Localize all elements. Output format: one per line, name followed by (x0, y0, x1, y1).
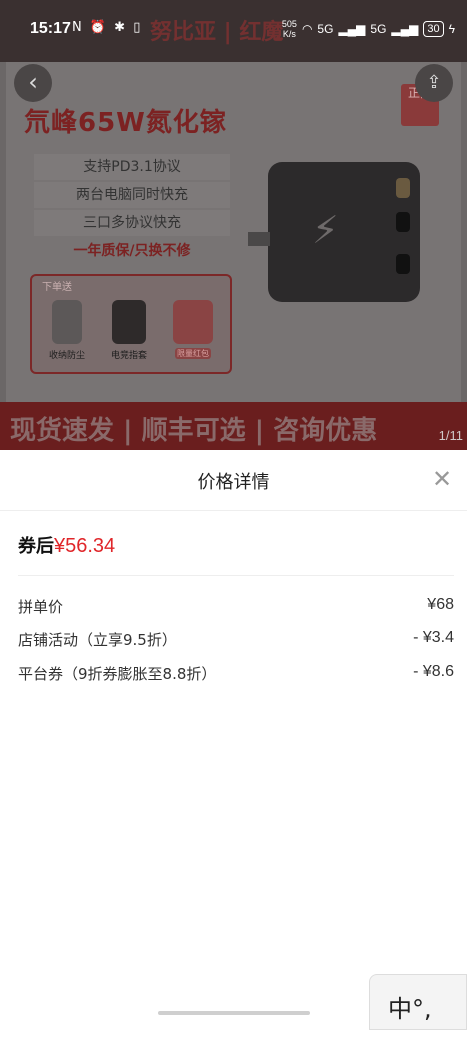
red-packet-image (173, 300, 213, 344)
price-row-store-discount: 店铺活动（立享9.5折） - ¥3.4 (18, 629, 454, 650)
sheet-title: 价格详情 (197, 472, 270, 493)
usb-c-port (396, 254, 410, 274)
product-image-area: ‹ ⇪ 正品 氘峰65W氮化镓 支持PD3.1协议 两台电脑同时快充 三口多协议… (0, 62, 467, 450)
wifi-icon: ◠ (301, 22, 313, 36)
feature-item: 两台电脑同时快充 (34, 182, 230, 208)
product-image[interactable]: 正品 氘峰65W氮化镓 支持PD3.1协议 两台电脑同时快充 三口多协议快充 一… (6, 62, 461, 402)
network-5g-label: 5G (317, 22, 334, 36)
after-coupon-label: 券后 (18, 536, 54, 557)
network-5g-label-2: 5G (370, 22, 387, 36)
share-button[interactable]: ⇪ (415, 64, 453, 102)
after-coupon-price: 券后¥56.34 (18, 532, 115, 558)
divider (18, 575, 454, 576)
close-icon[interactable]: ✕ (429, 466, 455, 492)
brand-logo-icon: ⚡ (312, 208, 339, 252)
background-brand-text: 努比亚 | 红魔 (150, 20, 284, 45)
price-row-platform-coupon: 平台券（9折券膨胀至8.8折） - ¥8.6 (18, 663, 454, 684)
usb-a-port (396, 178, 410, 198)
status-time: 15:17 (30, 20, 71, 37)
chevron-left-icon: ‹ (28, 68, 38, 96)
share-icon: ⇪ (426, 72, 442, 93)
divider (0, 510, 467, 511)
finger-sleeve-image (112, 300, 146, 344)
gift-item: 收纳防尘 (40, 300, 94, 361)
notification-icons: N ⏰ ✱ ▯ (72, 20, 143, 35)
gift-label: 下单送 (42, 282, 72, 293)
signal-icon-2: ▂▄▆ (391, 22, 419, 36)
keyboard-toolbar[interactable]: 中°, (369, 974, 467, 1030)
charger-prong (248, 232, 270, 246)
usb-c-port (396, 212, 410, 232)
row-value: - ¥3.4 (413, 629, 454, 646)
gift-item: 电竞指套 (102, 300, 156, 361)
feature-list: 支持PD3.1协议 两台电脑同时快充 三口多协议快充 一年质保/只换不修 (34, 154, 230, 264)
feature-item: 支持PD3.1协议 (34, 154, 230, 180)
price-detail-sheet: 价格详情 ✕ 券后¥56.34 拼单价 ¥68 店铺活动（立享9.5折） - ¥… (0, 450, 467, 1027)
row-value: - ¥8.6 (413, 663, 454, 680)
home-indicator[interactable] (158, 1011, 310, 1015)
battery-indicator: 30 (423, 21, 444, 37)
status-right: 505 K/s ◠ 5G ▂▄▆ 5G ▂▄▆ 30 ϟ (282, 19, 455, 39)
after-coupon-value: ¥56.34 (54, 535, 116, 557)
image-page-counter: 1/11 (438, 428, 463, 443)
promo-strip: 现货速发 | 顺丰可选 | 咨询优惠 (0, 402, 467, 450)
net-speed: 505 K/s (281, 19, 297, 39)
row-label: 店铺活动（立享9.5折） (18, 631, 177, 649)
back-button[interactable]: ‹ (14, 64, 52, 102)
status-bar: 15:17 N ⏰ ✱ ▯ 努比亚 | 红魔 505 K/s ◠ 5G ▂▄▆ … (0, 0, 467, 62)
product-title: 氘峰65W氮化镓 (24, 108, 227, 138)
charging-icon: ϟ (448, 22, 455, 36)
warranty-text: 一年质保/只换不修 (73, 243, 191, 259)
row-label: 平台券（9折券膨胀至8.8折） (18, 665, 217, 683)
signal-icon: ▂▄▆ (338, 22, 366, 36)
gift-box: 下单送 收纳防尘 电竞指套 限量红包 (30, 274, 232, 374)
gift-item: 限量红包 (166, 300, 220, 359)
row-label: 拼单价 (18, 598, 64, 616)
price-row-group-price: 拼单价 ¥68 (18, 596, 454, 617)
charger-image: ⚡ (248, 162, 420, 302)
pouch-image (52, 300, 82, 344)
feature-item: 三口多协议快充 (34, 210, 230, 236)
row-value: ¥68 (427, 596, 454, 613)
